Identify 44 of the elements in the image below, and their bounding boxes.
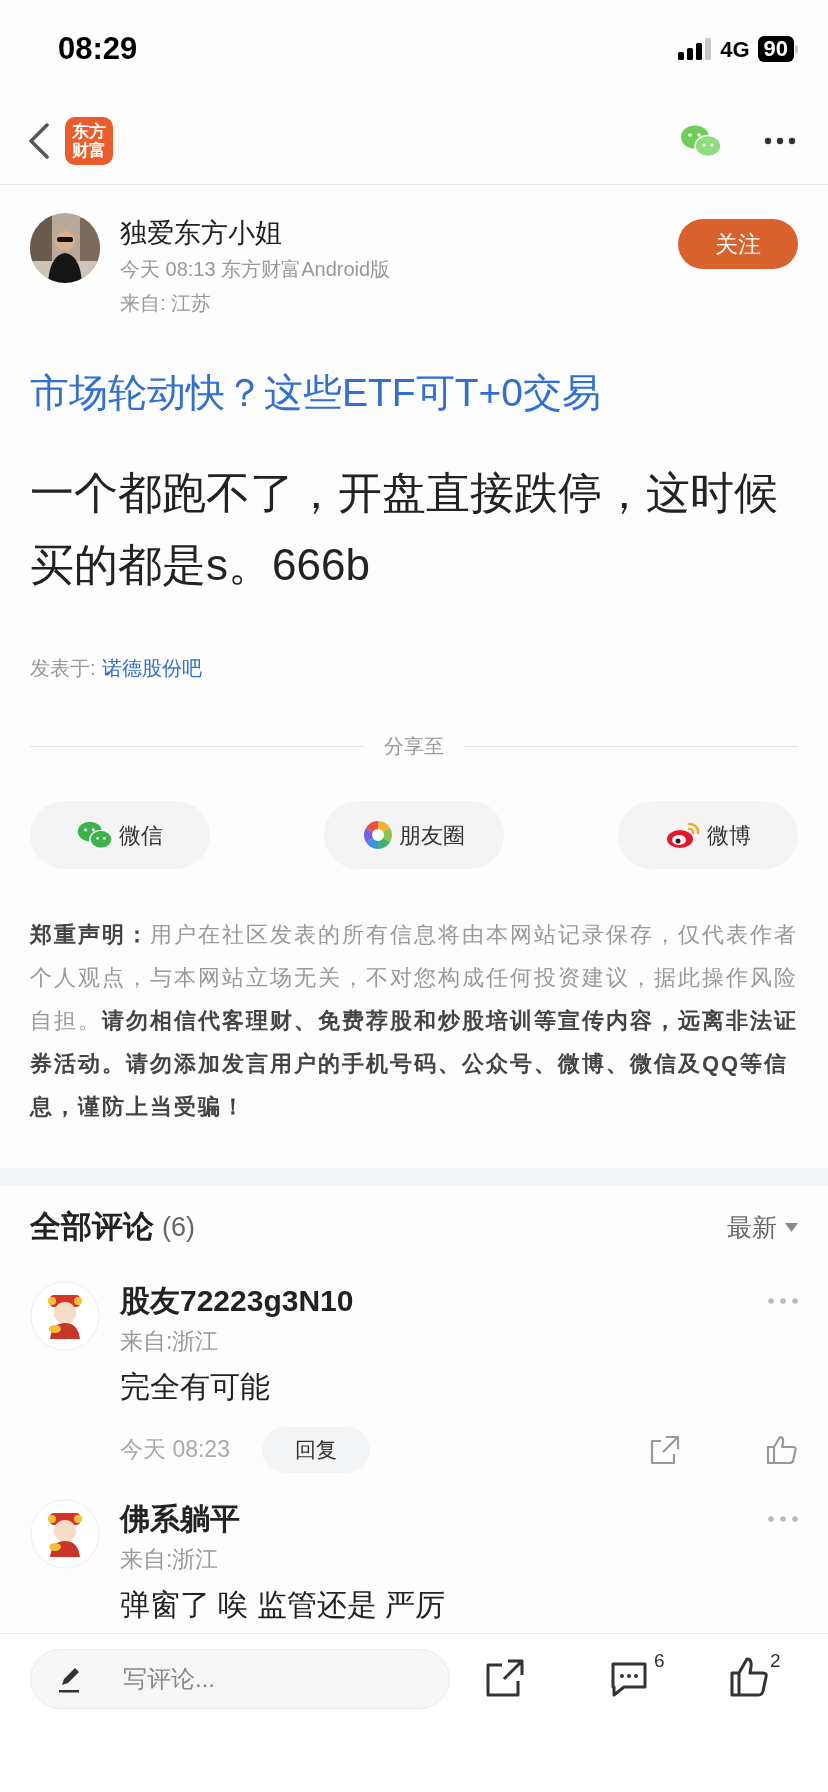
battery-level: 90 [757, 36, 794, 62]
wechat-icon [77, 820, 113, 850]
more-icon[interactable] [764, 137, 796, 145]
comment-username: 股友72223g3N10 [120, 1282, 354, 1319]
comment-location: 来自:浙江 [120, 1544, 220, 1574]
posted-in-label: 发表于: [30, 656, 96, 681]
post-title[interactable]: 市场轮动快？这些ETF可T+0交易 [0, 367, 828, 419]
share-icon[interactable] [486, 1659, 524, 1697]
like-icon[interactable] [730, 1657, 768, 1697]
weibo-icon [665, 820, 701, 850]
forum-link[interactable]: 诺德股份吧 [101, 653, 202, 683]
comment-text: 完全有可能 [120, 1368, 271, 1405]
caret-icon [785, 1222, 798, 1232]
comment-text: 弹窗了 唉 监管还是 严厉 [120, 1586, 446, 1623]
back-icon[interactable] [28, 123, 50, 159]
user-avatar [30, 1498, 100, 1569]
disclaimer-text: 郑重声明：用户在社区发表的所有信息将由本网站记录保存，仅代表作者个人观点，与本网站立场无关，不对您构成任何投资建议，据此操作风险自担。请勿相信代客理财、免费荐股和炒股培训等宣传内容，远离非法证券活动。请勿添加发言用户的手机号码、公众号、微博、微信及QQ等信息，谨防上当受骗！ [28, 921, 799, 1121]
like-count-label: 2 [770, 1649, 781, 1673]
post-meta: 今天 08:13 东方财富Android版 [120, 257, 392, 282]
network-label: 4G [720, 35, 750, 64]
post-body: 一个都跑不了，开盘直接跌停，这时候买的都是s。666b [29, 467, 779, 591]
share-button[interactable]: 微信 [30, 801, 210, 869]
sort-dropdown[interactable]: 最新 [727, 1208, 798, 1246]
user-avatar [30, 1280, 100, 1351]
comment-username: 佛系躺平 [120, 1500, 240, 1537]
reply-button[interactable]: 回复 [261, 1426, 370, 1473]
status-time: 08:29 [58, 29, 138, 68]
comments-title: 全部评论 [30, 1208, 154, 1246]
comment-input[interactable]: 写评论... [30, 1649, 450, 1709]
comment-location: 来自:浙江 [120, 1326, 220, 1356]
pencil-icon [58, 1665, 80, 1693]
comment-icon[interactable] [610, 1661, 648, 1697]
comment-count-label: 6 [654, 1649, 665, 1673]
follow-button[interactable]: 关注 [678, 219, 798, 269]
comment-time: 今天 08:23 [120, 1435, 230, 1465]
app-logo: 东方财富 [65, 117, 113, 165]
author-name: 独爱东方小姐 [120, 217, 283, 250]
aperture-icon [363, 820, 393, 850]
share-label: 分享至 [384, 734, 444, 759]
share-button[interactable]: 微博 [618, 801, 798, 869]
comment-count: (6) [162, 1211, 195, 1244]
share-button[interactable]: 朋友圈 [324, 801, 504, 869]
signal-icon [678, 37, 713, 61]
post-location: 来自: 江苏 [120, 291, 213, 316]
